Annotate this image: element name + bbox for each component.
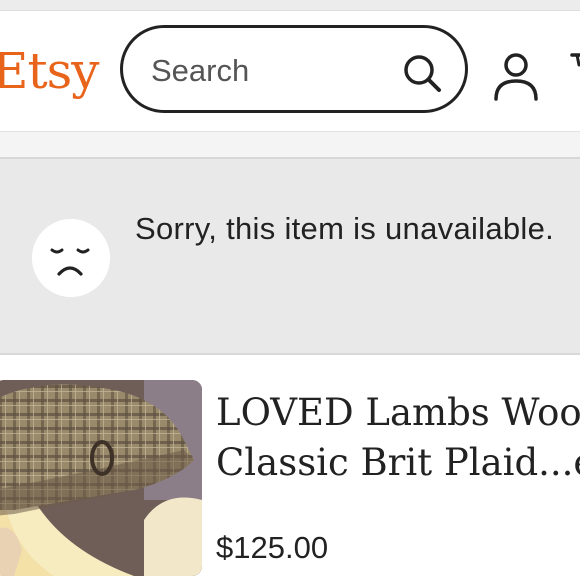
- cart-icon[interactable]: [570, 51, 580, 81]
- etsy-logo[interactable]: Etsy: [0, 41, 99, 101]
- listing-thumbnail[interactable]: [0, 380, 202, 576]
- listing-title-line-2: Classic Brit Plaid...en: [216, 441, 580, 484]
- listing-title[interactable]: LOVED Lambs Wool Classic Brit Plaid...en: [216, 388, 580, 498]
- account-icon[interactable]: [493, 51, 539, 103]
- search-icon[interactable]: [401, 52, 443, 94]
- unavailable-message: Sorry, this item is unavailable.: [135, 211, 555, 246]
- sad-face-icon: [32, 219, 110, 297]
- listing-title-line-1: LOVED Lambs Wool: [216, 391, 580, 434]
- top-divider: [0, 0, 580, 11]
- search-bar[interactable]: [120, 25, 468, 113]
- listing-card[interactable]: LOVED Lambs Wool Classic Brit Plaid...en…: [0, 380, 580, 580]
- section-divider: [0, 131, 580, 158]
- unavailable-banner: Sorry, this item is unavailable.: [0, 157, 580, 355]
- search-input[interactable]: [149, 50, 383, 92]
- listing-price: $125.00: [216, 530, 329, 565]
- header: Etsy: [0, 11, 580, 131]
